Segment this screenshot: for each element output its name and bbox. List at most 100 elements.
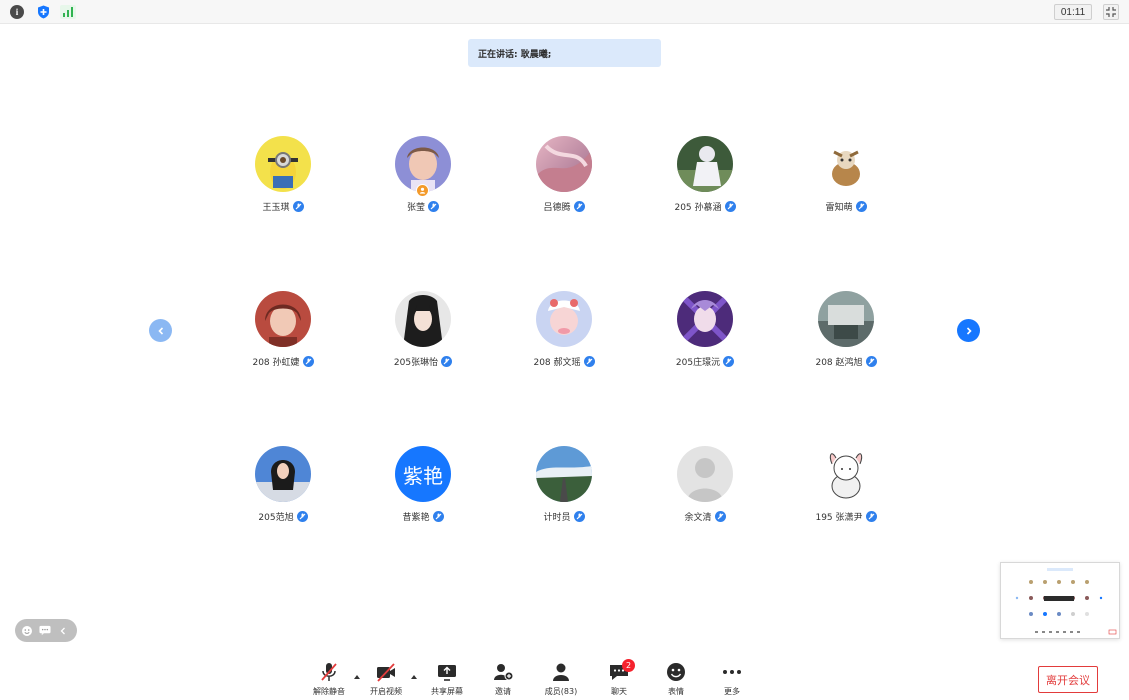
start-video-label: 开启视频 (370, 687, 402, 696)
reactions-label: 表情 (668, 687, 684, 696)
chat-button[interactable]: 2 聊天 (594, 659, 644, 698)
meeting-timer: 01:11 (1054, 4, 1092, 20)
invite-label: 邀请 (495, 687, 511, 696)
participant-name: 205 孙慕涵 (674, 202, 722, 213)
mic-muted-icon (292, 200, 304, 212)
participant-name: 吕德腾 (543, 202, 571, 213)
avatar (677, 136, 733, 192)
participant-name: 昔紫艳 (402, 512, 430, 523)
mic-muted-icon (441, 355, 453, 367)
meeting-toolbar: 解除静音 开启视频 共享屏幕 邀请 成员(83) 2 聊天 表情 更多 (0, 655, 1129, 700)
reactions-button[interactable]: 表情 (651, 662, 701, 698)
participant-tile[interactable]: 195 张潇尹 (791, 446, 901, 526)
emoji-icon (667, 663, 685, 681)
next-page-button[interactable] (957, 319, 980, 342)
participant-name: 208 郝文瑶 (533, 357, 581, 368)
chevron-left-icon (157, 326, 163, 335)
avatar (255, 136, 311, 192)
mic-muted-icon (296, 510, 308, 522)
add-user-icon (494, 664, 514, 681)
avatar (536, 291, 592, 347)
exit-fullscreen-icon[interactable] (1103, 4, 1119, 20)
text-avatar: 紫艳 (395, 446, 451, 502)
participant-tile[interactable]: 208 赵鸿旭 (791, 291, 901, 371)
more-icon (723, 670, 741, 674)
top-bar: i 01:11 (0, 0, 1129, 24)
mic-muted-icon (865, 510, 877, 522)
chevron-right-icon (966, 326, 972, 335)
mic-muted-icon (724, 200, 736, 212)
participant-name: 余文清 (684, 512, 712, 523)
participant-name: 205范旭 (258, 512, 294, 523)
participant-name: 208 孙虹婕 (252, 357, 300, 368)
participant-tile[interactable]: 吕德腾 (509, 136, 619, 216)
avatar (255, 291, 311, 347)
participant-tile[interactable]: 205张琳怡 (368, 291, 478, 371)
audio-options-caret[interactable] (353, 673, 361, 681)
info-icon[interactable]: i (10, 5, 24, 19)
avatar (677, 291, 733, 347)
participant-tile[interactable]: 208 郝文瑶 (509, 291, 619, 371)
mic-muted-icon (573, 510, 585, 522)
participant-tile[interactable]: 余文清 (650, 446, 760, 526)
chat-icon[interactable] (39, 625, 51, 637)
reaction-icon[interactable] (21, 625, 33, 637)
avatar (818, 291, 874, 347)
share-screen-label: 共享屏幕 (431, 687, 463, 696)
participant-tile[interactable]: 208 孙虹婕 (228, 291, 338, 371)
participant-tile[interactable]: 雷知萌 (791, 136, 901, 216)
signal-icon[interactable] (60, 5, 76, 19)
participant-name: 计时员 (543, 512, 571, 523)
previous-page-button[interactable] (149, 319, 172, 342)
participant-name: 王玉琪 (262, 202, 290, 213)
members-button[interactable]: 成员(83) (536, 662, 586, 698)
mic-muted-icon (432, 510, 444, 522)
mic-muted-icon (302, 355, 314, 367)
mic-muted-icon (428, 200, 439, 212)
host-icon (416, 184, 429, 197)
collapse-icon[interactable] (57, 625, 69, 637)
avatar (395, 291, 451, 347)
video-off-icon (377, 663, 395, 682)
video-options-caret[interactable] (410, 673, 418, 681)
avatar (536, 446, 592, 502)
participant-tile[interactable]: 205范旭 (228, 446, 338, 526)
members-icon (553, 663, 569, 681)
participant-tile[interactable]: 张莹 (368, 136, 478, 216)
avatar (818, 446, 874, 502)
avatar (255, 446, 311, 502)
more-button[interactable]: 更多 (707, 662, 757, 698)
members-label: 成员(83) (544, 687, 578, 696)
avatar (677, 446, 733, 502)
participant-tile[interactable]: 205庄璟沅 (650, 291, 760, 371)
participant-name: 205张琳怡 (393, 357, 439, 368)
mic-muted-icon (583, 355, 595, 367)
avatar (818, 136, 874, 192)
chat-label: 聊天 (611, 687, 627, 696)
participant-tile[interactable]: 205 孙慕涵 (650, 136, 760, 216)
participant-tile[interactable]: 紫艳 昔紫艳 (368, 446, 478, 526)
participant-name: 208 赵鸿旭 (815, 357, 863, 368)
mic-muted-icon (855, 200, 867, 212)
shield-icon[interactable] (36, 5, 50, 19)
participant-name: 195 张潇尹 (815, 512, 863, 523)
participant-tile[interactable]: 王玉琪 (228, 136, 338, 216)
mic-muted-icon (573, 200, 585, 212)
start-video-button[interactable]: 开启视频 (361, 662, 411, 698)
unmute-button[interactable]: 解除静音 (304, 662, 354, 698)
floating-controls (15, 619, 77, 642)
mic-muted-icon (714, 510, 726, 522)
share-screen-icon (438, 665, 456, 681)
leave-meeting-button[interactable]: 离开会议 (1038, 666, 1098, 693)
participant-name: 雷知萌 (825, 202, 853, 213)
mic-off-icon (321, 663, 337, 681)
speaking-banner: 正在讲话: 耿晨曦; (468, 39, 661, 67)
more-label: 更多 (724, 687, 740, 696)
meeting-thumbnail[interactable] (1000, 562, 1120, 639)
participant-name: 张莹 (406, 202, 425, 213)
mic-muted-icon (723, 355, 735, 367)
share-screen-button[interactable]: 共享屏幕 (422, 662, 472, 698)
invite-button[interactable]: 邀请 (478, 662, 528, 698)
participant-tile[interactable]: 计时员 (509, 446, 619, 526)
unmute-label: 解除静音 (313, 687, 345, 696)
